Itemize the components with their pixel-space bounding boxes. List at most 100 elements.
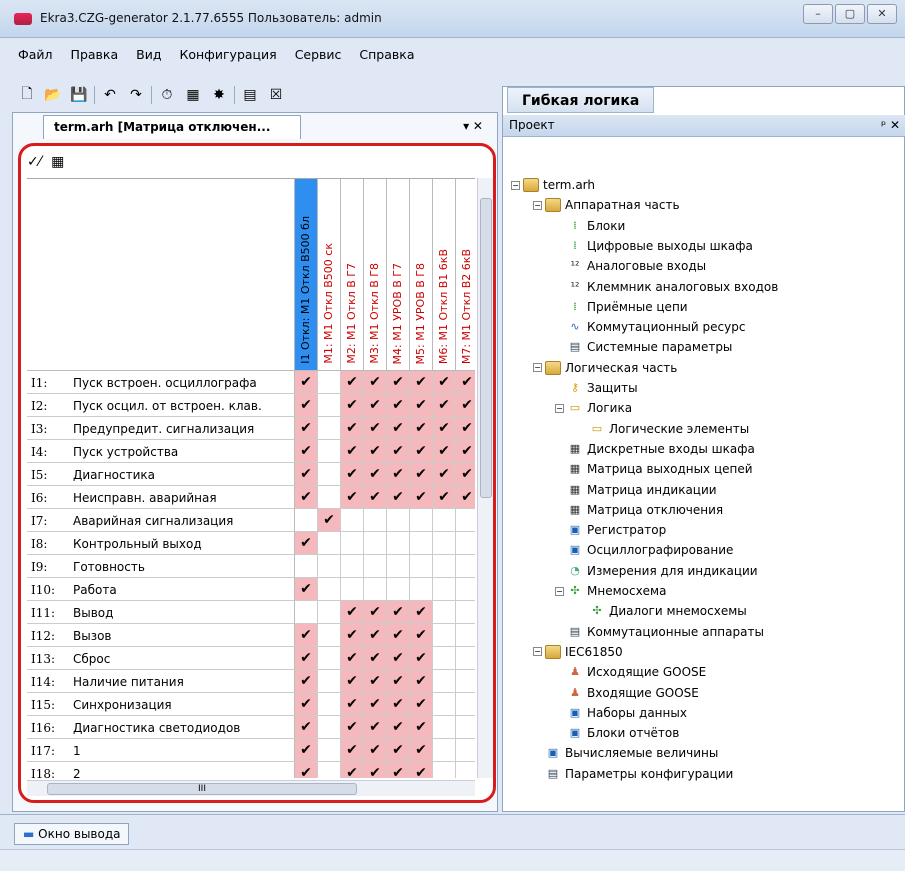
tree-node[interactable]: ▣ Вычисляемые величины xyxy=(545,743,719,763)
matrix-cell[interactable] xyxy=(456,716,475,739)
matrix-cell[interactable]: ✔ xyxy=(341,624,364,647)
matrix-cell[interactable] xyxy=(410,578,433,601)
matrix-cell[interactable]: ✔ xyxy=(341,670,364,693)
matrix-cell[interactable] xyxy=(341,578,364,601)
menu-help[interactable]: Справка xyxy=(359,47,414,69)
matrix-cell[interactable]: ✔ xyxy=(410,440,433,463)
matrix-cell[interactable] xyxy=(364,509,387,532)
tree-node[interactable]: ▤ Параметры конфигурации xyxy=(545,764,734,784)
tree-node[interactable]: ♟ Исходящие GOOSE xyxy=(567,662,706,682)
matrix-cell[interactable]: ✔ xyxy=(341,739,364,762)
matrix-cell[interactable] xyxy=(433,716,456,739)
matrix-cell[interactable]: ✔ xyxy=(341,716,364,739)
matrix-cell[interactable]: ✔ xyxy=(410,486,433,509)
undo-icon[interactable]: ↶ xyxy=(99,85,121,105)
matrix-cell[interactable]: ✔ xyxy=(364,394,387,417)
matrix-cell[interactable] xyxy=(410,532,433,555)
output-window-tab[interactable]: ▬ Окно вывода xyxy=(14,823,130,845)
flag-icon[interactable]: ▦ xyxy=(182,85,204,105)
matrix-cell[interactable] xyxy=(456,670,475,693)
matrix-cell[interactable] xyxy=(410,509,433,532)
matrix-cell[interactable] xyxy=(318,417,341,440)
matrix-cell[interactable] xyxy=(387,509,410,532)
matrix-cell[interactable]: ✔ xyxy=(410,670,433,693)
matrix-cell[interactable]: ✔ xyxy=(341,371,364,394)
tree-node[interactable]: ⚷ Защиты xyxy=(567,378,638,398)
matrix-cell[interactable] xyxy=(433,762,456,778)
matrix-cell[interactable]: ✔ xyxy=(295,647,318,670)
matrix-cell[interactable] xyxy=(318,647,341,670)
matrix-cell[interactable]: ✔ xyxy=(387,440,410,463)
column-header[interactable]: М4: М1 УРОВ В Г7 xyxy=(387,179,410,371)
column-header[interactable]: М5: М1 УРОВ В Г8 xyxy=(410,179,433,371)
tree-node[interactable]: ▦ Матрица выходных цепей xyxy=(567,459,753,479)
matrix-cell[interactable] xyxy=(318,762,341,778)
matrix-cell[interactable]: ✔ xyxy=(364,417,387,440)
matrix-cell[interactable] xyxy=(433,601,456,624)
tree-node[interactable]: ▤ Коммутационные аппараты xyxy=(567,622,764,642)
tree-node[interactable]: − Аппаратная часть xyxy=(533,195,680,215)
matrix-cell[interactable]: ✔ xyxy=(318,509,341,532)
matrix-tool-icon[interactable]: ▦ xyxy=(51,154,64,170)
collapse-toggle-icon[interactable]: − xyxy=(511,180,520,190)
matrix-cell[interactable]: ✔ xyxy=(410,693,433,716)
matrix-cell[interactable]: ✔ xyxy=(387,716,410,739)
matrix-cell[interactable]: ✔ xyxy=(387,394,410,417)
matrix-cell[interactable]: ✔ xyxy=(364,739,387,762)
matrix-cell[interactable]: ✔ xyxy=(387,371,410,394)
tree-node[interactable]: ⁞ Приёмные цепи xyxy=(567,297,687,317)
menu-view[interactable]: Вид xyxy=(136,47,161,69)
matrix-cell[interactable]: ✔ xyxy=(295,463,318,486)
matrix-cell[interactable]: ✔ xyxy=(433,440,456,463)
matrix-cell[interactable]: ✔ xyxy=(433,394,456,417)
matrix-cell[interactable] xyxy=(456,624,475,647)
matrix-cell[interactable] xyxy=(456,578,475,601)
matrix-cell[interactable] xyxy=(318,601,341,624)
matrix-cell[interactable] xyxy=(295,509,318,532)
matrix-cell[interactable] xyxy=(318,739,341,762)
matrix-cell[interactable]: ✔ xyxy=(433,463,456,486)
matrix-cell[interactable] xyxy=(456,647,475,670)
matrix-cell[interactable]: ✔ xyxy=(341,486,364,509)
matrix-cell[interactable]: ✔ xyxy=(295,532,318,555)
doc-tab-controls[interactable]: ▾ ✕ xyxy=(463,119,483,133)
matrix-cell[interactable] xyxy=(318,463,341,486)
matrix-cell[interactable] xyxy=(433,509,456,532)
tree-node[interactable]: − Логическая часть xyxy=(533,358,677,378)
matrix-cell[interactable]: ✔ xyxy=(364,670,387,693)
collapse-toggle-icon[interactable]: − xyxy=(555,403,564,413)
matrix-cell[interactable] xyxy=(318,532,341,555)
matrix-cell[interactable]: ✔ xyxy=(341,440,364,463)
matrix-cell[interactable]: ✔ xyxy=(295,371,318,394)
tree-node[interactable]: ▭ Логические элементы xyxy=(589,419,749,439)
save-icon[interactable]: 💾 xyxy=(68,85,90,105)
matrix-cell[interactable]: ✔ xyxy=(295,624,318,647)
matrix-cell[interactable]: ✔ xyxy=(364,486,387,509)
collapse-toggle-icon[interactable]: − xyxy=(533,200,542,210)
tree-node[interactable]: ▣ Регистратор xyxy=(567,520,666,540)
matrix-cell[interactable] xyxy=(318,693,341,716)
matrix-cell[interactable]: ✔ xyxy=(456,440,475,463)
project-panel-controls[interactable]: ᵖ ✕ xyxy=(881,118,900,132)
matrix-cell[interactable]: ✔ xyxy=(295,394,318,417)
tree-node[interactable]: ▣ Осциллографирование xyxy=(567,540,734,560)
column-header[interactable]: I1 Откл: М1 Откл В500 бл xyxy=(295,179,318,371)
matrix-cell[interactable]: ✔ xyxy=(387,417,410,440)
matrix-cell[interactable]: ✔ xyxy=(364,762,387,778)
matrix-cell[interactable] xyxy=(341,532,364,555)
vertical-scrollbar[interactable] xyxy=(477,178,493,778)
matrix-cell[interactable]: ✔ xyxy=(364,440,387,463)
clock-icon[interactable]: ⏱ xyxy=(156,85,178,105)
matrix-cell[interactable] xyxy=(318,394,341,417)
matrix-cell[interactable]: ✔ xyxy=(295,670,318,693)
matrix-cell[interactable]: ✔ xyxy=(341,601,364,624)
matrix-cell[interactable]: ✔ xyxy=(295,578,318,601)
column-header[interactable]: М1: М1 Откл В500 ск xyxy=(318,179,341,371)
tree-node[interactable]: ▦ Матрица отключения xyxy=(567,500,723,520)
matrix-cell[interactable]: ✔ xyxy=(456,463,475,486)
matrix-cell[interactable]: ✔ xyxy=(341,762,364,778)
tree-node[interactable]: ♟ Входящие GOOSE xyxy=(567,683,699,703)
matrix-cell[interactable]: ✔ xyxy=(295,762,318,778)
matrix-cell[interactable]: ✔ xyxy=(364,647,387,670)
tree-node[interactable]: ▣ Блоки отчётов xyxy=(567,723,680,743)
